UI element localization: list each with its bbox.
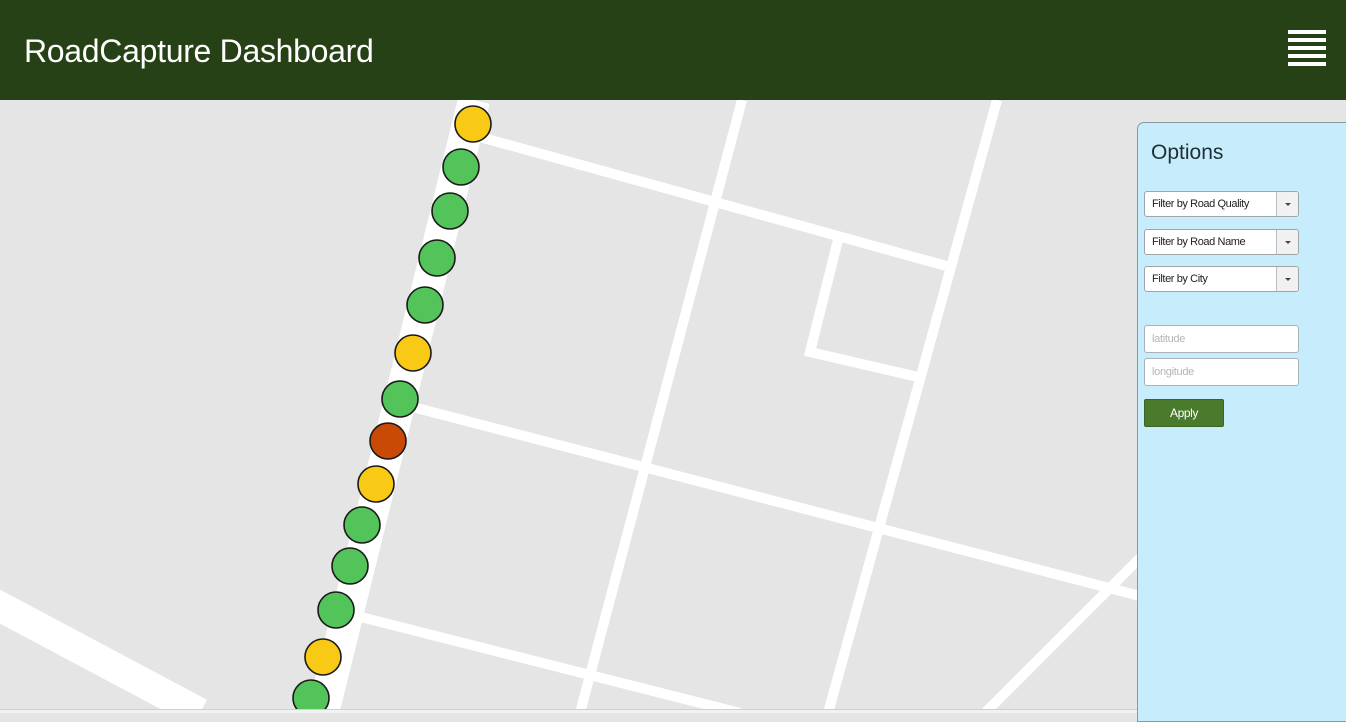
options-panel: Options Filter by Road Quality Filter by… <box>1137 122 1346 722</box>
road <box>823 100 1002 709</box>
road <box>803 238 920 382</box>
apply-button[interactable]: Apply <box>1144 399 1224 427</box>
filter-road-quality-label: Filter by Road Quality <box>1152 198 1249 210</box>
marker-good[interactable] <box>317 591 355 629</box>
marker-poor[interactable] <box>369 422 407 460</box>
marker-good[interactable] <box>343 506 381 544</box>
marker-fair[interactable] <box>304 638 342 676</box>
marker-good[interactable] <box>442 148 480 186</box>
map-roads <box>0 100 1144 709</box>
filter-city-label: Filter by City <box>1152 273 1208 285</box>
marker-good[interactable] <box>292 679 330 709</box>
chevron-down-icon <box>1276 267 1298 291</box>
marker-fair[interactable] <box>357 465 395 503</box>
filter-city-select[interactable]: Filter by City <box>1144 266 1299 292</box>
marker-fair[interactable] <box>454 105 492 143</box>
marker-good[interactable] <box>406 286 444 324</box>
filter-road-name-select[interactable]: Filter by Road Name <box>1144 229 1299 255</box>
marker-fair[interactable] <box>394 334 432 372</box>
hamburger-menu-icon[interactable] <box>1286 26 1328 68</box>
road <box>403 400 1142 601</box>
options-title: Options <box>1151 141 1224 164</box>
marker-good[interactable] <box>418 239 456 277</box>
app-header: RoadCapture Dashboard <box>0 0 1346 100</box>
quality-markers <box>292 105 492 709</box>
chevron-down-icon <box>1276 192 1298 216</box>
longitude-input[interactable] <box>1144 358 1299 386</box>
filter-road-quality-select[interactable]: Filter by Road Quality <box>1144 191 1299 217</box>
app-title: RoadCapture Dashboard <box>24 33 374 69</box>
marker-good[interactable] <box>331 547 369 585</box>
latitude-input[interactable] <box>1144 325 1299 353</box>
marker-good[interactable] <box>431 192 469 230</box>
road <box>343 608 742 709</box>
marker-good[interactable] <box>381 380 419 418</box>
filter-road-name-label: Filter by Road Name <box>1152 236 1246 248</box>
chevron-down-icon <box>1276 230 1298 254</box>
road-diagonal-left <box>0 589 208 709</box>
